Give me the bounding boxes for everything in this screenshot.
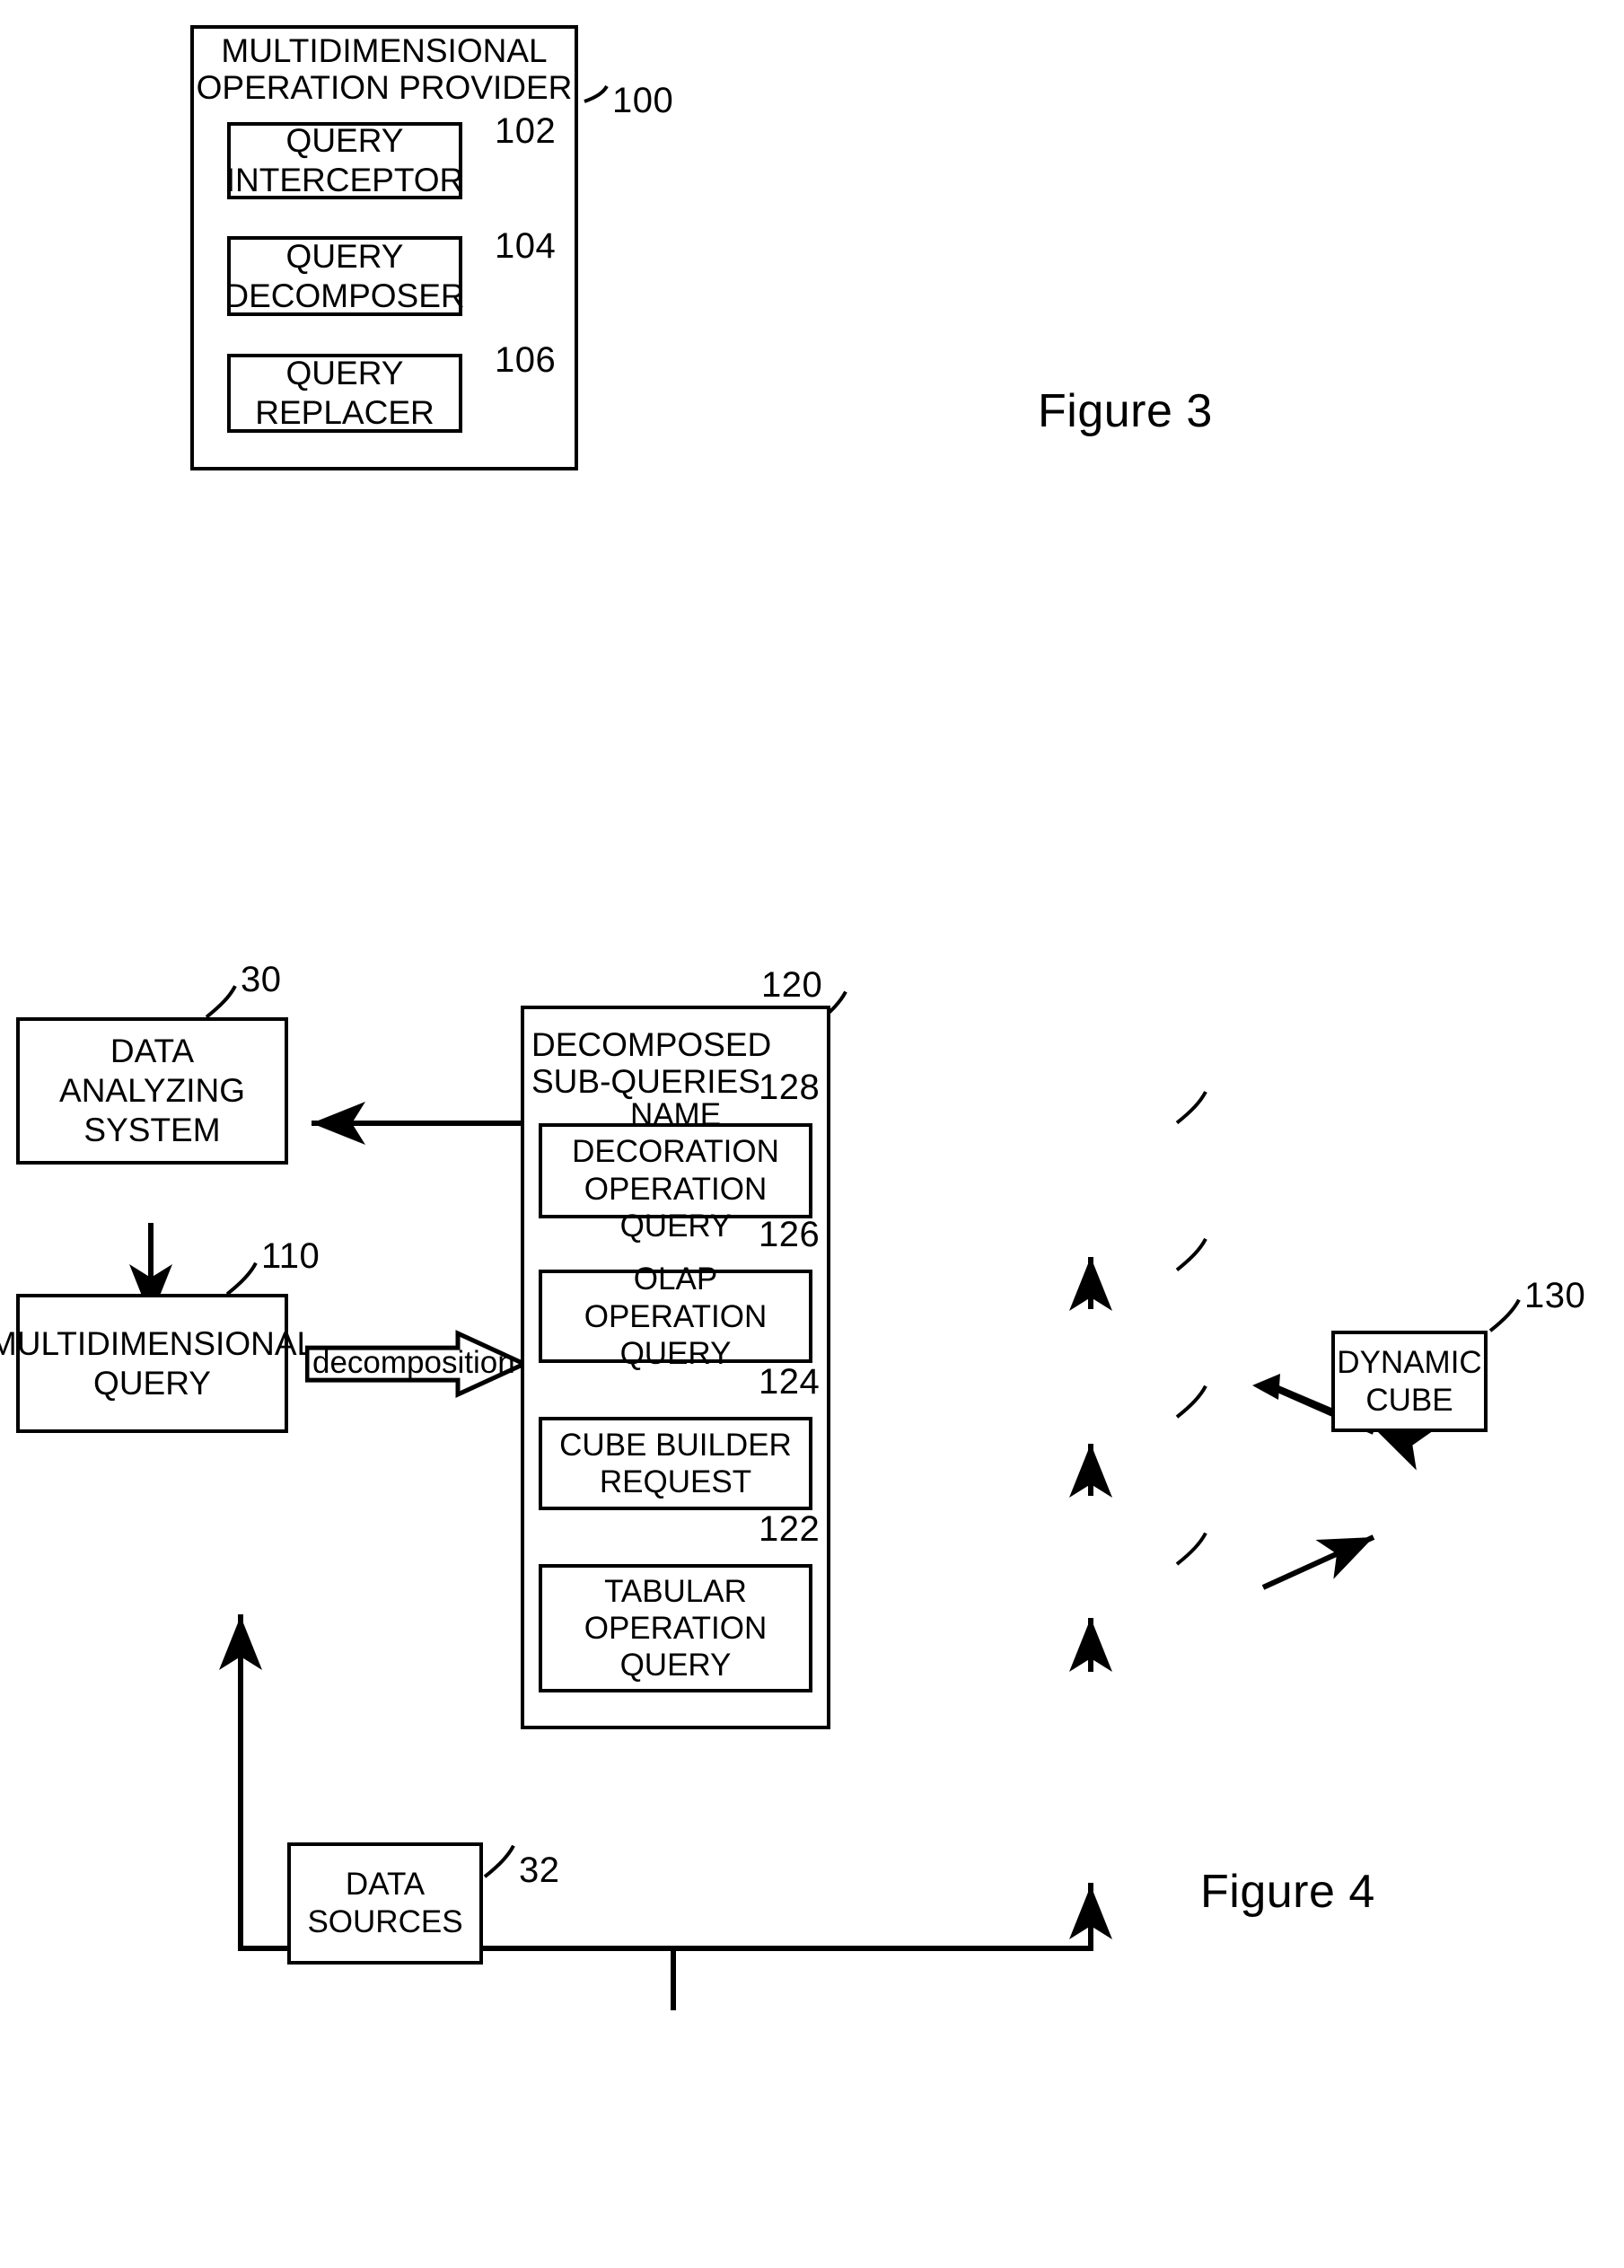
dynamic-cube-block: DYNAMIC CUBE: [1331, 1331, 1488, 1432]
reference-106: 106: [495, 340, 557, 380]
leader-128: [1175, 1091, 1207, 1125]
arrow-cubebuilder-to-dynamiccube: [1261, 1534, 1375, 1590]
cube-builder-request-block: CUBE BUILDER REQUEST: [539, 1417, 812, 1510]
leader-100: [584, 84, 609, 103]
query-replacer-label: QUERY REPLACER: [255, 355, 435, 431]
fig3-container-title: MULTIDIMENSIONAL OPERATION PROVIDER: [196, 32, 573, 107]
tabular-operation-query-block: TABULAR OPERATION QUERY: [539, 1564, 812, 1693]
query-interceptor-label: QUERY INTERCEPTOR: [225, 122, 464, 198]
reference-102: 102: [495, 111, 557, 151]
leader-122: [1175, 1532, 1207, 1566]
reference-128: 128: [759, 1068, 821, 1108]
multidimensional-query-block: MULTIDIMENSIONAL QUERY: [0, 1294, 315, 1434]
leader-30: [205, 985, 237, 1019]
olap-operation-query-label: OLAP OPERATION QUERY: [584, 1261, 768, 1371]
data-sources-block: DATA SOURCES: [287, 1842, 483, 1965]
reference-110: 110: [261, 1236, 320, 1277]
reference-104: 104: [495, 226, 557, 266]
data-analyzing-system-block: DATA ANALYZING SYSTEM: [16, 1016, 288, 1165]
tabular-operation-query-label: TABULAR OPERATION QUERY: [584, 1573, 768, 1683]
leader-126: [1175, 1237, 1207, 1271]
query-replacer-block: QUERY REPLACER: [227, 354, 462, 433]
multidimensional-query-label: MULTIDIMENSIONAL QUERY: [0, 1325, 316, 1402]
reference-126: 126: [759, 1214, 821, 1254]
query-decomposer-block: QUERY DECOMPOSER: [224, 236, 465, 316]
reference-100: 100: [612, 81, 674, 120]
cube-builder-request-label: CUBE BUILDER REQUEST: [559, 1427, 792, 1500]
decomposition-arrow-label: decomposition: [312, 1344, 515, 1380]
reference-32: 32: [519, 1850, 560, 1890]
data-analyzing-system-label: DATA ANALYZING SYSTEM: [59, 1033, 245, 1148]
name-decoration-operation-query-block: NAME DECORATION OPERATION QUERY: [539, 1097, 812, 1244]
data-sources-label: DATA SOURCES: [307, 1867, 463, 1939]
figure3-caption: Figure 3: [1038, 385, 1213, 437]
reference-122: 122: [759, 1508, 821, 1549]
arrow-datasources-to-tabular: [671, 1883, 1112, 2010]
leader-124: [1175, 1385, 1207, 1419]
query-decomposer-label: QUERY DECOMPOSER: [224, 237, 465, 314]
olap-operation-query-block: OLAP OPERATION QUERY: [539, 1261, 812, 1371]
query-interceptor-block: QUERY INTERCEPTOR: [226, 122, 463, 199]
figure4-caption: Figure 4: [1200, 1866, 1375, 1919]
reference-130: 130: [1524, 1275, 1586, 1315]
dynamic-cube-label: DYNAMIC CUBE: [1337, 1345, 1482, 1418]
leader-110: [225, 1261, 258, 1296]
leader-32: [483, 1844, 515, 1878]
reference-124: 124: [759, 1361, 821, 1402]
leader-130: [1488, 1298, 1521, 1332]
patent-figure-sheet: MULTIDIMENSIONAL OPERATION PROVIDER 100 …: [0, 0, 1624, 2268]
reference-30: 30: [241, 959, 282, 999]
reference-120: 120: [761, 965, 823, 1006]
